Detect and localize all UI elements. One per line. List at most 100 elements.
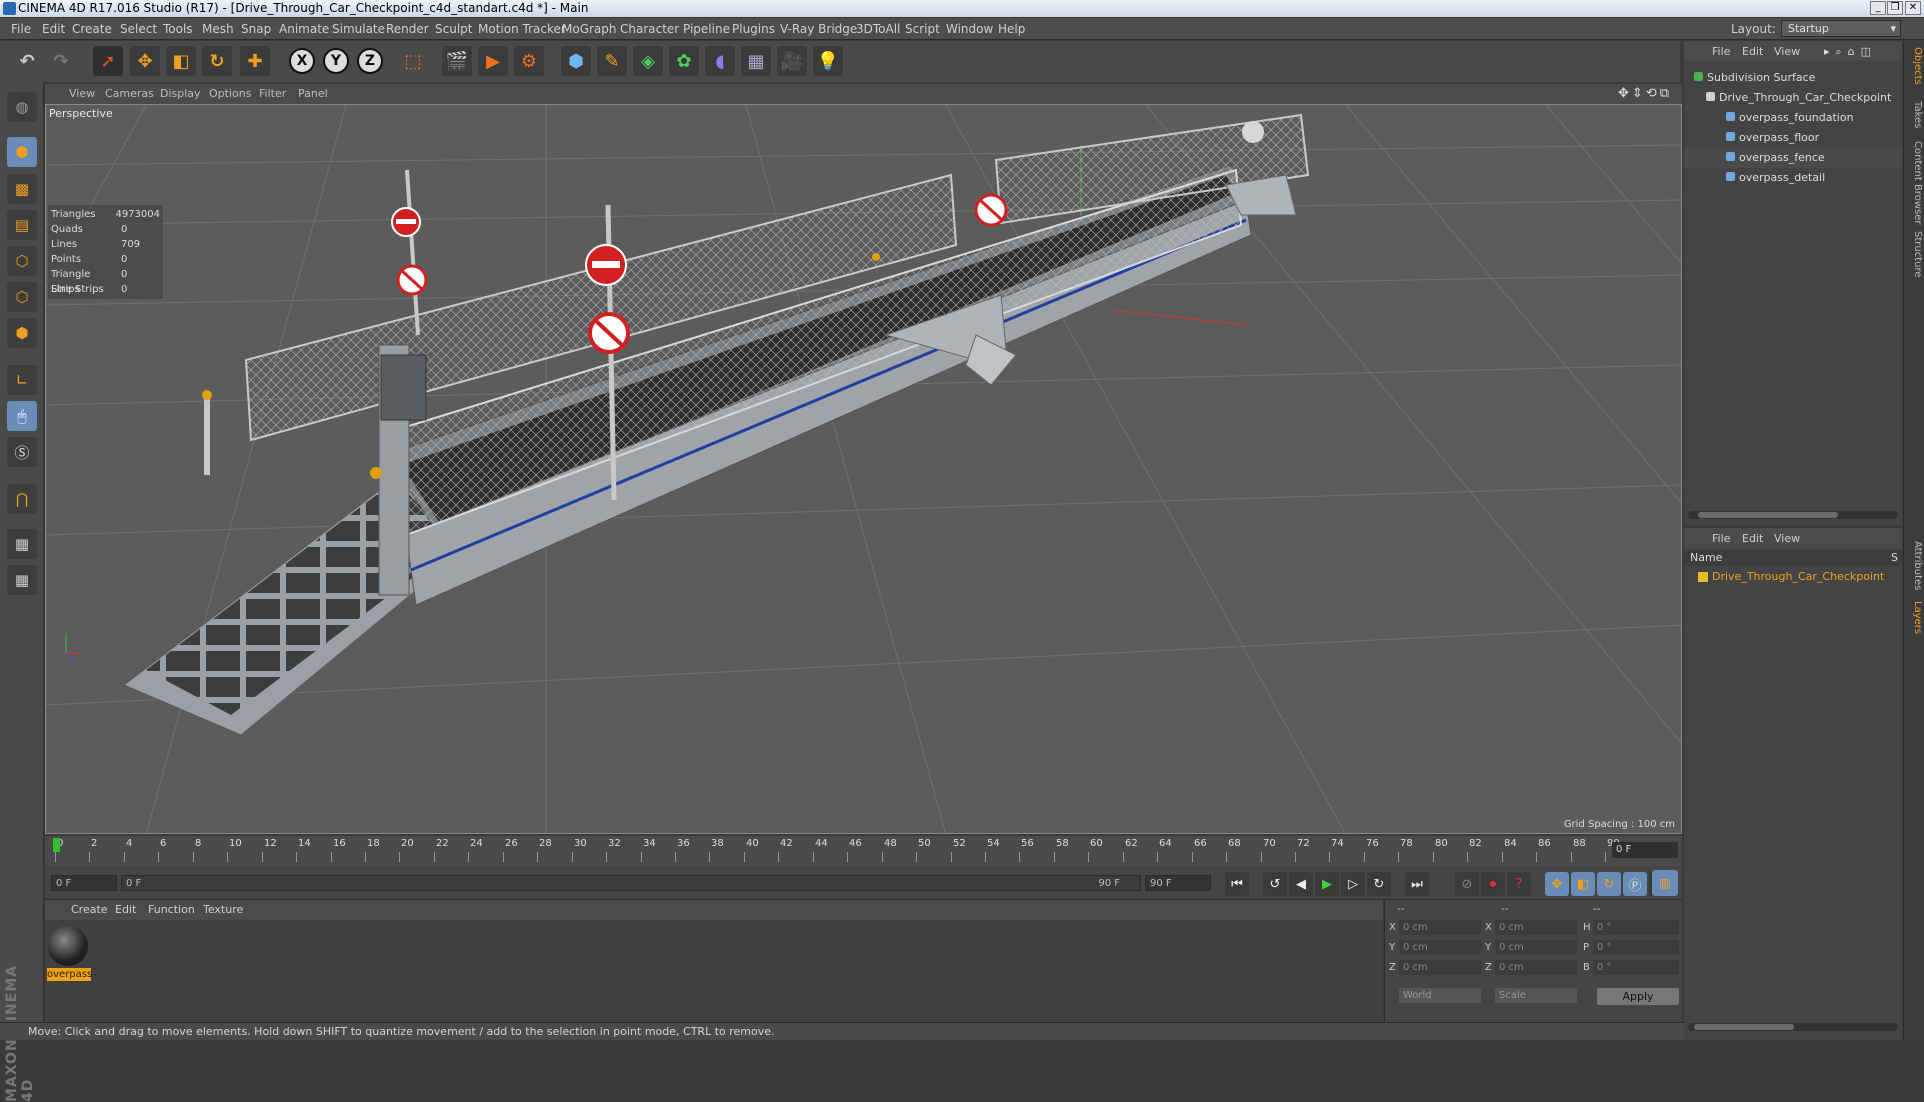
tab-attributes[interactable]: Attributes <box>1906 541 1923 590</box>
menu-script[interactable]: Script <box>905 22 940 36</box>
tree-item[interactable]: overpass_detail <box>1684 168 1902 188</box>
menu-animate[interactable]: Animate <box>279 22 329 36</box>
end-frame-field[interactable]: 90 F <box>1145 875 1211 891</box>
go-to-end-icon[interactable]: ⏭ <box>1405 872 1429 896</box>
tree-item[interactable]: overpass_floor <box>1684 128 1902 148</box>
points-mode-icon[interactable]: ⬡ <box>7 246 37 276</box>
position-y-field[interactable]: 0 cm <box>1399 940 1481 955</box>
object-menu-view[interactable]: View <box>1774 45 1800 58</box>
menu-pipeline[interactable]: Pipeline <box>683 22 730 36</box>
viewport-menu-options[interactable]: Options <box>209 87 251 100</box>
menu-file[interactable]: File <box>11 22 31 36</box>
undo-icon[interactable]: ↶ <box>12 46 42 76</box>
key-parameter-icon[interactable]: Ⓟ <box>1623 872 1647 896</box>
menu-create[interactable]: Create <box>72 22 112 36</box>
current-frame-field[interactable]: 0 F <box>1612 842 1678 858</box>
camera-icon[interactable]: 🎥 <box>777 46 807 76</box>
apply-button[interactable]: Apply <box>1597 988 1679 1005</box>
menu-3dtoall[interactable]: 3DToAll <box>856 22 900 36</box>
previous-frame-icon[interactable]: ◀ <box>1289 872 1313 896</box>
y-axis-icon[interactable]: Y <box>323 48 349 74</box>
rotate-icon[interactable]: ↻ <box>202 46 232 76</box>
go-to-start-icon[interactable]: ⏮ <box>1225 872 1249 896</box>
locked-workplane-icon[interactable]: ▦ <box>7 565 37 595</box>
layout-select[interactable]: Startup ▾ <box>1781 20 1901 37</box>
layer-row[interactable]: Drive_Through_Car_Checkpoint <box>1684 568 1902 586</box>
viewport-navigation-icons[interactable]: ✥⇕⟲⧉ <box>1618 86 1672 101</box>
coordinate-system-icon[interactable]: ⬚ <box>398 46 428 76</box>
tab-structure[interactable]: Structure <box>1906 231 1923 278</box>
menu-render[interactable]: Render <box>386 22 429 36</box>
polygons-mode-icon[interactable]: ⬢ <box>7 318 37 348</box>
position-x-field[interactable]: 0 cm <box>1399 920 1481 935</box>
size-y-field[interactable]: 0 cm <box>1495 940 1577 955</box>
tree-item[interactable]: overpass_fence <box>1684 148 1902 168</box>
play-icon[interactable]: ▶ <box>1315 872 1339 896</box>
tab-takes[interactable]: Takes <box>1906 101 1923 128</box>
timeline-ruler[interactable]: 0 2 4 6 8 10 12 14 16 18 20 22 24 26 28 30 32 34 36 38 40 42 4… <box>45 836 1682 866</box>
workplane-icon[interactable]: ▤ <box>7 210 37 240</box>
menu-window[interactable]: Window <box>946 22 993 36</box>
key-position-icon[interactable]: ✥ <box>1545 872 1569 896</box>
layer-manager-scrollbar[interactable] <box>1688 1023 1898 1031</box>
size-x-field[interactable]: 0 cm <box>1495 920 1577 935</box>
record-icon[interactable]: ⏺ <box>1481 872 1505 896</box>
rotation-b-field[interactable]: 0 ° <box>1593 960 1679 975</box>
menu-edit[interactable]: Edit <box>42 22 65 36</box>
move-icon[interactable]: ✥ <box>130 46 160 76</box>
record-disabled-icon[interactable]: ⊘ <box>1455 872 1479 896</box>
viewport-menu-view[interactable]: View <box>69 87 95 100</box>
viewport-menu-cameras[interactable]: Cameras <box>105 87 154 100</box>
frame-range-slider[interactable]: 0 F 90 F <box>121 875 1141 891</box>
layer-menu-view[interactable]: View <box>1774 532 1800 545</box>
live-selection-icon[interactable]: ➚ <box>93 46 123 76</box>
tree-item[interactable]: Drive_Through_Car_Checkpoint <box>1684 88 1902 108</box>
perspective-viewport[interactable]: Perspective Triangles 4973004 Quads 0 Line… <box>45 104 1682 834</box>
cube-icon[interactable]: ⬢ <box>561 46 591 76</box>
model-mode-icon[interactable]: ⬢ <box>7 137 37 167</box>
scale-icon[interactable]: ◧ <box>166 46 196 76</box>
key-scale-icon[interactable]: ◧ <box>1571 872 1595 896</box>
coordinate-mode-select[interactable]: World <box>1399 988 1481 1003</box>
pen-icon[interactable]: ✎ <box>597 46 627 76</box>
rotation-p-field[interactable]: 0 ° <box>1593 940 1679 955</box>
menu-snap[interactable]: Snap <box>241 22 271 36</box>
timeline-film-icon[interactable]: ▥ <box>1652 870 1678 896</box>
menu-motion-tracker[interactable]: Motion Tracker <box>478 22 566 36</box>
rotation-h-field[interactable]: 0 ° <box>1593 920 1679 935</box>
autokey-icon[interactable]: ? <box>1507 872 1531 896</box>
edges-mode-icon[interactable]: ⬡ <box>7 282 37 312</box>
menu-plugins[interactable]: Plugins <box>732 22 775 36</box>
tab-objects[interactable]: Objects <box>1906 47 1923 85</box>
menu-tools[interactable]: Tools <box>163 22 193 36</box>
texture-mode-icon[interactable]: ▩ <box>7 174 37 204</box>
material-menu-function[interactable]: Function <box>148 903 195 916</box>
light-icon[interactable]: 💡 <box>813 46 843 76</box>
viewport-menu-panel[interactable]: Panel <box>298 87 328 100</box>
snap-enable-icon[interactable]: ▦ <box>7 529 37 559</box>
object-manager-scrollbar[interactable] <box>1688 511 1898 519</box>
menu-mesh[interactable]: Mesh <box>202 22 234 36</box>
object-menu-edit[interactable]: Edit <box>1742 45 1763 58</box>
menu-sculpt[interactable]: Sculpt <box>435 22 472 36</box>
viewport-menu-display[interactable]: Display <box>160 87 201 100</box>
start-frame-field[interactable]: 0 F <box>51 875 117 891</box>
viewport-menu-filter[interactable]: Filter <box>259 87 286 100</box>
deformer-icon[interactable]: ◖ <box>705 46 735 76</box>
next-frame-icon[interactable]: ▷ <box>1341 872 1365 896</box>
x-axis-icon[interactable]: X <box>289 48 315 74</box>
menu-simulate[interactable]: Simulate <box>332 22 385 36</box>
render-picture-viewer-icon[interactable]: ▶ <box>478 46 508 76</box>
maximize-button[interactable]: ❐ <box>1887 1 1903 15</box>
tweak-mode-icon[interactable]: 🖱 <box>7 401 37 431</box>
magnet-icon[interactable]: ⋂ <box>7 484 37 514</box>
close-button[interactable]: ✕ <box>1905 1 1921 15</box>
playhead[interactable] <box>53 838 60 852</box>
edit-render-settings-icon[interactable]: ⚙ <box>514 46 544 76</box>
menu-vray-bridge[interactable]: V-Ray Bridge <box>780 22 857 36</box>
material-menu-edit[interactable]: Edit <box>115 903 136 916</box>
recent-tool-icon[interactable]: ✚ <box>240 46 270 76</box>
object-toolbar-icons[interactable]: ▸⌕⌂◫ <box>1824 45 1877 59</box>
minimize-button[interactable]: _ <box>1870 1 1886 15</box>
menu-select[interactable]: Select <box>120 22 157 36</box>
